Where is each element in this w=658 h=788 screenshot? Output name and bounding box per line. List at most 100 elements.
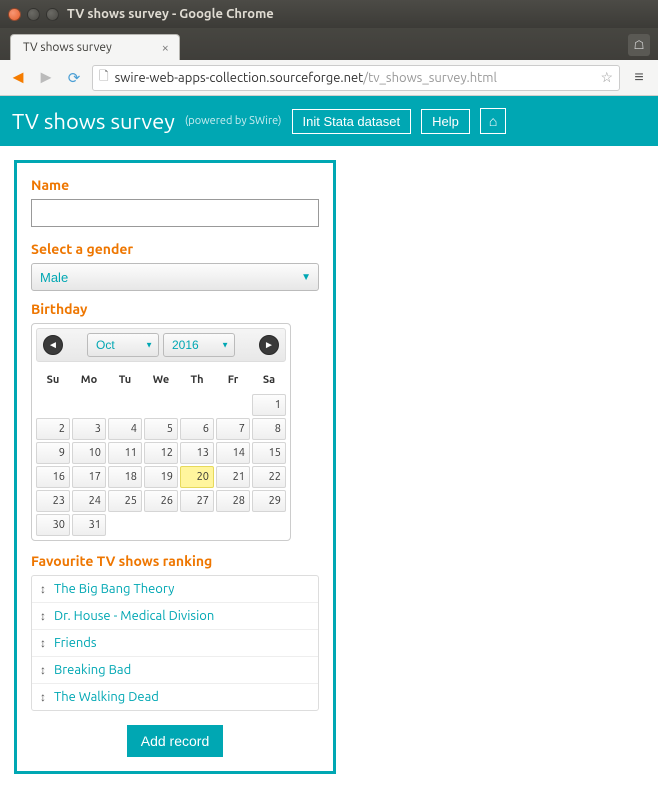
- datepicker-day[interactable]: 17: [72, 466, 106, 488]
- drag-handle-icon: ↕: [40, 636, 46, 650]
- gender-select[interactable]: Male: [31, 263, 319, 291]
- tab-close-icon[interactable]: ×: [162, 41, 169, 55]
- datepicker-day[interactable]: 30: [36, 514, 70, 536]
- bookmark-star-icon[interactable]: ☆: [600, 69, 613, 86]
- datepicker-empty-cell: [108, 514, 142, 536]
- datepicker-day[interactable]: 26: [144, 490, 178, 512]
- datepicker-dow: Fr: [216, 368, 250, 392]
- datepicker-day[interactable]: 11: [108, 442, 142, 464]
- datepicker-dow: Tu: [108, 368, 142, 392]
- datepicker-dow: Th: [180, 368, 214, 392]
- forward-button: ►: [36, 68, 56, 88]
- chrome-menu-icon[interactable]: ≡: [628, 67, 650, 89]
- address-bar[interactable]: 🗋 swire-web-apps-collection.sourceforge.…: [92, 65, 620, 91]
- survey-panel: Name Select a gender Male ▼ Birthday ◄ O…: [14, 160, 336, 774]
- datepicker-day[interactable]: 1: [252, 394, 286, 416]
- datepicker-grid: SuMoTuWeThFrSa12345678910111213141516171…: [36, 368, 286, 536]
- datepicker-day[interactable]: 7: [216, 418, 250, 440]
- ranking-item[interactable]: ↕Breaking Bad: [32, 657, 318, 684]
- datepicker-prev-button[interactable]: ◄: [43, 335, 63, 355]
- ranking-item-label: Breaking Bad: [54, 663, 131, 677]
- datepicker-dow: Su: [36, 368, 70, 392]
- datepicker-day[interactable]: 13: [180, 442, 214, 464]
- datepicker-day[interactable]: 24: [72, 490, 106, 512]
- drag-handle-icon: ↕: [40, 582, 46, 596]
- birthday-label: Birthday: [31, 301, 319, 317]
- page-header: TV shows survey (powered by SWire) Init …: [0, 96, 658, 146]
- datepicker-day[interactable]: 29: [252, 490, 286, 512]
- datepicker-day[interactable]: 25: [108, 490, 142, 512]
- ranking-item[interactable]: ↕The Walking Dead: [32, 684, 318, 710]
- gender-label: Select a gender: [31, 241, 319, 257]
- datepicker-day[interactable]: 31: [72, 514, 106, 536]
- back-button[interactable]: ◄: [8, 68, 28, 88]
- ranking-item-label: The Big Bang Theory: [54, 582, 174, 596]
- datepicker-day[interactable]: 19: [144, 466, 178, 488]
- datepicker-day[interactable]: 16: [36, 466, 70, 488]
- datepicker-month-select[interactable]: Oct: [87, 333, 159, 357]
- reload-button[interactable]: ⟳: [64, 68, 84, 88]
- url-path: /tv_shows_survey.html: [363, 71, 497, 85]
- ranking-label: Favourite TV shows ranking: [31, 553, 319, 569]
- datepicker-dow: We: [144, 368, 178, 392]
- datepicker-day[interactable]: 20: [180, 466, 214, 488]
- url-text: swire-web-apps-collection.sourceforge.ne…: [115, 71, 497, 85]
- datepicker-day[interactable]: 12: [144, 442, 178, 464]
- datepicker-day[interactable]: 22: [252, 466, 286, 488]
- datepicker-day[interactable]: 6: [180, 418, 214, 440]
- datepicker-day[interactable]: 21: [216, 466, 250, 488]
- datepicker-day[interactable]: 14: [216, 442, 250, 464]
- ranking-item[interactable]: ↕Dr. House - Medical Division: [32, 603, 318, 630]
- chrome-user-icon[interactable]: ☖: [628, 34, 650, 56]
- datepicker-empty-cell: [216, 514, 250, 536]
- datepicker-day[interactable]: 5: [144, 418, 178, 440]
- datepicker-day[interactable]: 2: [36, 418, 70, 440]
- ranking-item-label: Friends: [54, 636, 97, 650]
- datepicker: ◄ Oct ▼ 2016 ▼ ► SuMoTuWeThFrSa123456789…: [31, 323, 291, 541]
- powered-by-label: (powered by SWire): [185, 115, 282, 127]
- drag-handle-icon: ↕: [40, 690, 46, 704]
- datepicker-day[interactable]: 23: [36, 490, 70, 512]
- ranking-item[interactable]: ↕ The Big Bang Theory: [32, 576, 318, 603]
- datepicker-empty-cell: [108, 394, 142, 416]
- datepicker-day[interactable]: 10: [72, 442, 106, 464]
- datepicker-day[interactable]: 18: [108, 466, 142, 488]
- add-record-button[interactable]: Add record: [127, 725, 223, 757]
- datepicker-next-button[interactable]: ►: [259, 335, 279, 355]
- help-button[interactable]: Help: [421, 109, 470, 134]
- init-dataset-button[interactable]: Init Stata dataset: [292, 109, 412, 134]
- datepicker-header: ◄ Oct ▼ 2016 ▼ ►: [36, 328, 286, 362]
- home-icon: ⌂: [489, 113, 497, 129]
- datepicker-empty-cell: [252, 514, 286, 536]
- datepicker-empty-cell: [36, 394, 70, 416]
- datepicker-year-select[interactable]: 2016: [163, 333, 235, 357]
- datepicker-day[interactable]: 8: [252, 418, 286, 440]
- window-close-button[interactable]: [8, 8, 21, 21]
- datepicker-empty-cell: [144, 394, 178, 416]
- datepicker-day[interactable]: 15: [252, 442, 286, 464]
- datepicker-day[interactable]: 4: [108, 418, 142, 440]
- datepicker-dow: Mo: [72, 368, 106, 392]
- datepicker-empty-cell: [180, 394, 214, 416]
- name-label: Name: [31, 177, 319, 193]
- datepicker-empty-cell: [144, 514, 178, 536]
- tab-title: TV shows survey: [23, 41, 112, 54]
- window-minimize-button[interactable]: [27, 8, 40, 21]
- name-input[interactable]: [31, 199, 319, 227]
- datepicker-day[interactable]: 9: [36, 442, 70, 464]
- globe-icon: 🗋: [99, 67, 109, 88]
- datepicker-day[interactable]: 3: [72, 418, 106, 440]
- url-host: swire-web-apps-collection.sourceforge.ne…: [115, 71, 364, 85]
- page-content: Name Select a gender Male ▼ Birthday ◄ O…: [0, 146, 658, 788]
- page-title: TV shows survey: [12, 109, 175, 134]
- datepicker-day[interactable]: 28: [216, 490, 250, 512]
- datepicker-day[interactable]: 27: [180, 490, 214, 512]
- datepicker-empty-cell: [72, 394, 106, 416]
- window-maximize-button[interactable]: [46, 8, 59, 21]
- datepicker-empty-cell: [216, 394, 250, 416]
- home-button[interactable]: ⌂: [480, 108, 506, 134]
- browser-tab[interactable]: TV shows survey ×: [10, 34, 180, 60]
- ranking-item[interactable]: ↕ Friends: [32, 630, 318, 657]
- ranking-list: ↕ The Big Bang Theory ↕Dr. House - Medical…: [31, 575, 319, 711]
- browser-toolbar: ◄ ► ⟳ 🗋 swire-web-apps-collection.source…: [0, 60, 658, 96]
